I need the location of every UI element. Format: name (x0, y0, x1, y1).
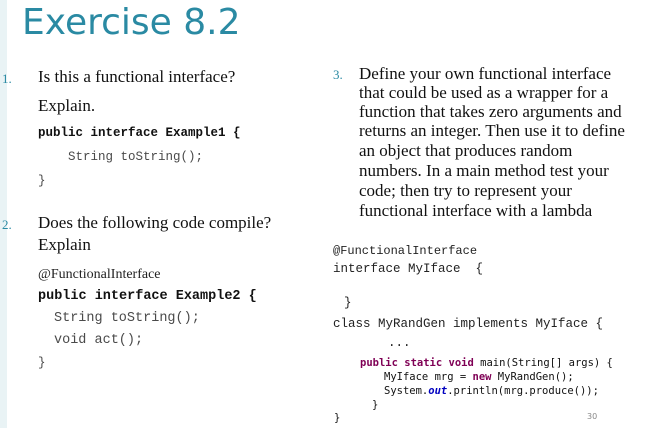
q2-code-declaration: public interface Example2 { (38, 289, 257, 304)
q1-text-line1: Is this a functional interface? (38, 67, 236, 86)
q3-text-line8: functional interface with a lambda (359, 201, 593, 220)
q3-text-line4: returns an integer. Then use it to defin… (359, 121, 625, 140)
q3-text-line5: an object that produces random (359, 141, 573, 160)
q3-code-class-close: } (334, 412, 341, 424)
q2-text-line1: Does the following code compile? (38, 213, 272, 232)
q3-code-main-signature: public static void main(String[] args) { (360, 357, 613, 369)
slide-edge-band (0, 0, 7, 428)
q2-annotation: @FunctionalInterface (38, 267, 161, 282)
slide-title: Exercise 8.2 (22, 2, 241, 43)
q3-code-interface: interface MyIface { (333, 262, 484, 276)
q3-code-annotation: @FunctionalInterface (333, 244, 478, 258)
q1-number: 1. (2, 71, 12, 86)
q1-code-declaration: public interface Example1 { (38, 126, 241, 140)
q3-text-line1: Define your own functional interface (359, 64, 612, 83)
q3-code-main-line-a: MyIface mrg = new MyRandGen(); (384, 371, 574, 383)
q2-number: 2. (2, 217, 12, 232)
q3-text-line3: function that takes zero arguments and (359, 102, 622, 121)
q2-code-method2: void act(); (54, 333, 144, 348)
q3-code-main-line-b: System.out.println(mrg.produce()); (384, 385, 599, 397)
q3-code-ellipsis: ... (388, 336, 411, 350)
page-number: 30 (587, 412, 598, 421)
q1-text-line2: Explain. (38, 96, 96, 115)
q3-code-class: class MyRandGen implements MyIface { (333, 317, 604, 331)
q3-code-interface-close: } (344, 296, 352, 310)
q3-text-line2: that could be used as a wrapper for a (359, 83, 609, 102)
q2-code-close: } (38, 356, 46, 370)
q1-code-close: } (38, 174, 46, 188)
q2-text-line2: Explain (38, 235, 91, 254)
q3-text-line7: code; then try to represent your (359, 181, 572, 200)
q3-text-line6: numbers. In a main method test your (359, 161, 609, 180)
q1-code-method: String toString(); (68, 150, 204, 164)
q3-number: 3. (333, 67, 343, 82)
q2-code-method1: String toString(); (54, 311, 200, 326)
q3-code-main-close: } (372, 399, 379, 411)
